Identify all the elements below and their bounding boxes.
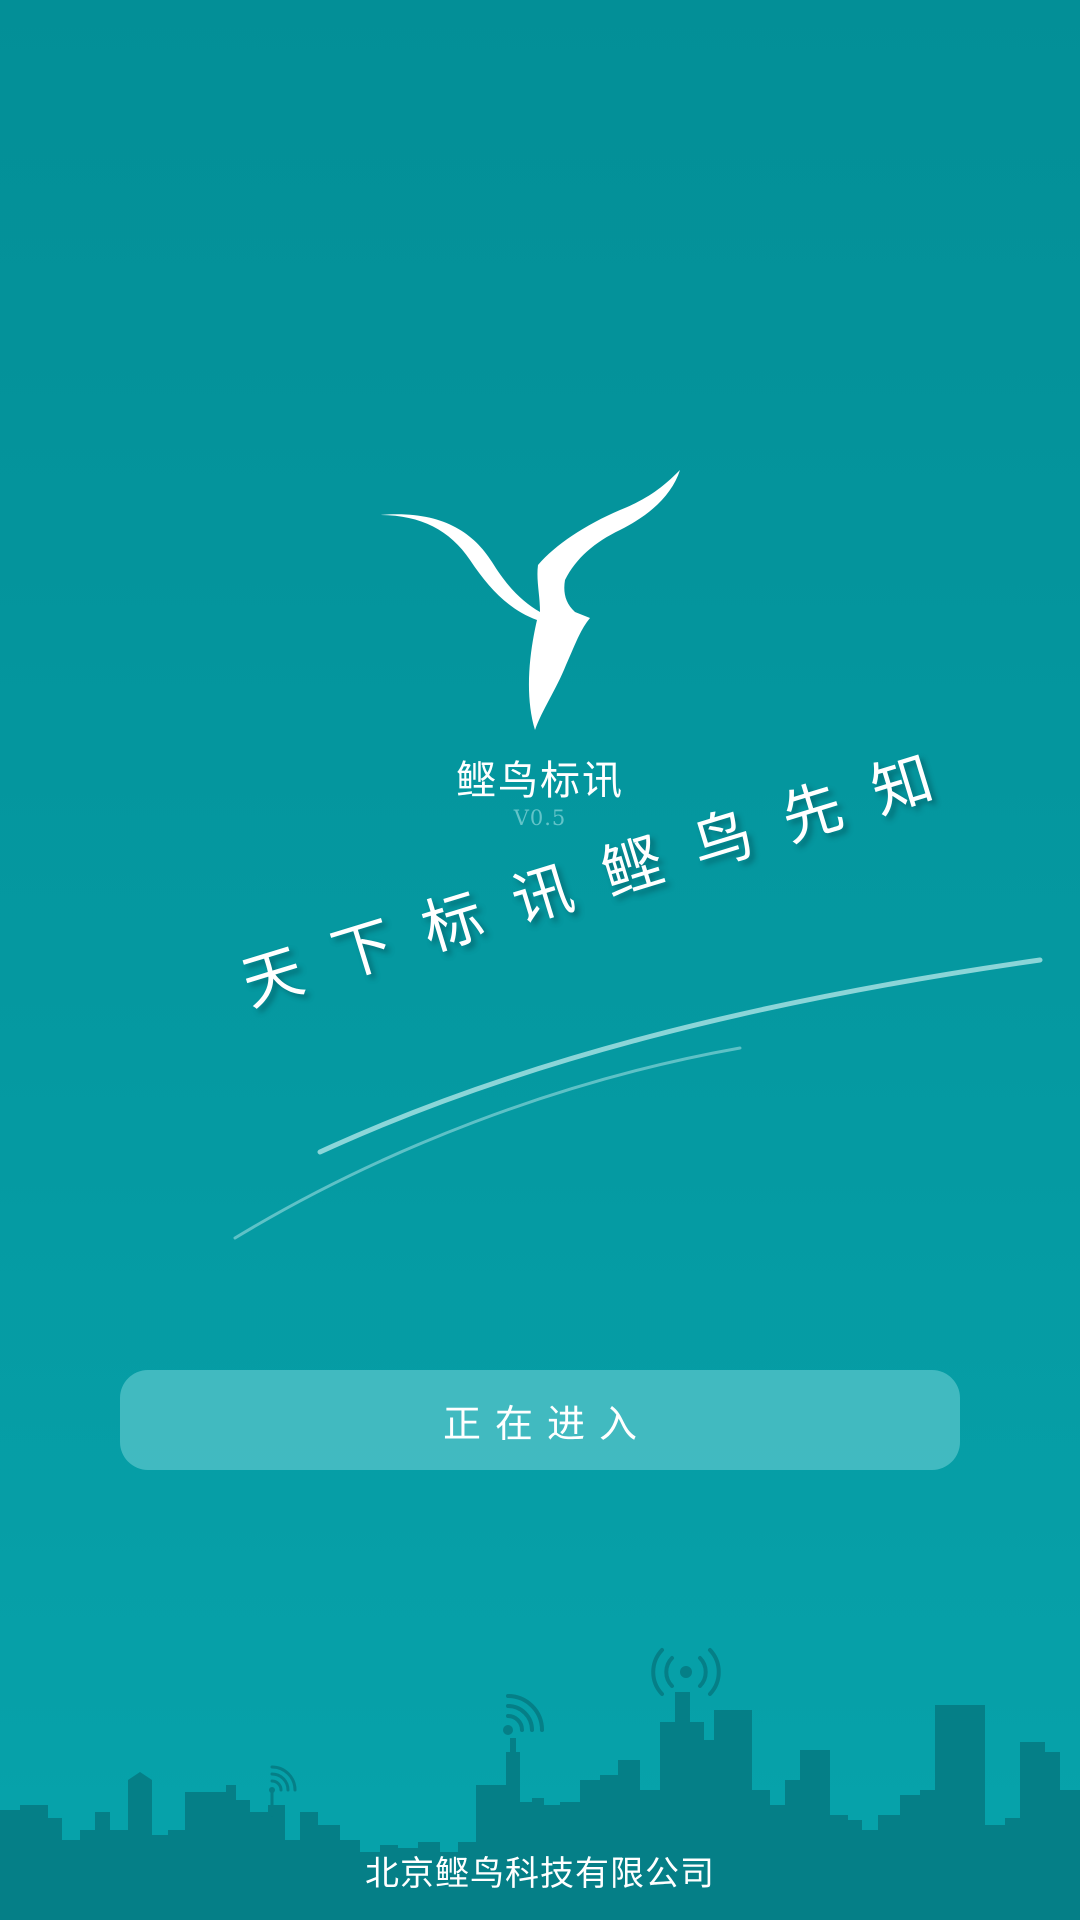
enter-button[interactable]: 正在进入 <box>120 1370 960 1470</box>
bird-logo-icon <box>380 470 680 730</box>
wifi-signal-icon <box>651 1648 721 1696</box>
splash-screen: 鲣鸟标讯 V0.5 天下标讯鲣鸟先知 正在进入 北京鲣鸟科技有限公司 <box>0 0 1080 1920</box>
decorative-swooshes <box>233 957 1043 1240</box>
company-name: 北京鲣鸟科技有限公司 <box>365 1854 715 1894</box>
